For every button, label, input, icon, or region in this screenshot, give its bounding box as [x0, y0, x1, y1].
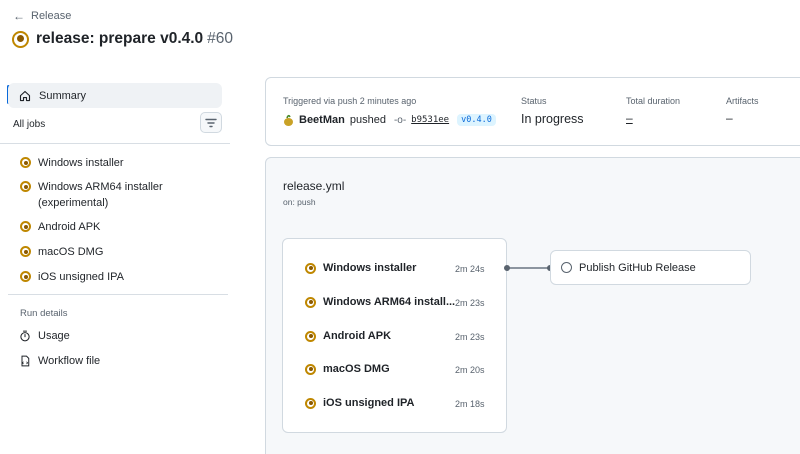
- job-label: Windows installer: [38, 157, 124, 169]
- job-label: macOS DMG: [323, 363, 390, 375]
- graph-job-windows-arm64[interactable]: Windows ARM64 install...: [305, 296, 455, 308]
- in-progress-icon: [305, 262, 316, 274]
- tag-badge[interactable]: v0.4.0: [457, 114, 496, 126]
- in-progress-icon: [305, 363, 316, 375]
- sidebar-item-usage[interactable]: Usage: [19, 330, 70, 342]
- graph-job-publish-release[interactable]: Publish GitHub Release: [550, 250, 751, 285]
- avatar[interactable]: [283, 114, 294, 126]
- job-label: iOS unsigned IPA: [323, 397, 415, 409]
- page-title: release: prepare v0.4.0 #60: [36, 30, 233, 48]
- job-duration: 2m 23s: [455, 332, 485, 342]
- in-progress-icon: [20, 221, 31, 232]
- in-progress-icon: [305, 397, 316, 409]
- job-label: Android APK: [38, 221, 101, 233]
- run-details-heading: Run details: [20, 308, 68, 319]
- in-progress-icon: [12, 30, 29, 48]
- in-progress-icon: [20, 157, 31, 168]
- run-summary-card: Triggered via push 2 minutes ago BeetMan…: [265, 77, 800, 146]
- status-label: Status: [521, 96, 547, 106]
- sidebar-job-windows-arm64[interactable]: Windows ARM64 installer (experimental): [20, 179, 180, 211]
- filter-icon: [205, 118, 217, 127]
- artifacts-label: Artifacts: [726, 96, 759, 106]
- stopwatch-icon: [20, 330, 30, 342]
- in-progress-icon: [20, 246, 31, 257]
- duration-value[interactable]: –: [626, 111, 633, 125]
- sidebar-job-ios-ipa[interactable]: iOS unsigned IPA: [20, 269, 124, 285]
- arrow-left-icon: ←: [13, 9, 25, 23]
- graph-job-android-apk[interactable]: Android APK: [305, 330, 391, 342]
- trigger-details: BeetMan pushed -o- b9531ee v0.4.0: [283, 114, 496, 126]
- home-icon: [19, 90, 31, 101]
- pending-icon: [561, 262, 572, 273]
- workflow-file-label: Workflow file: [38, 355, 101, 367]
- usage-label: Usage: [38, 330, 70, 342]
- actor-name[interactable]: BeetMan: [299, 114, 345, 126]
- sidebar-item-workflow-file[interactable]: Workflow file: [19, 355, 100, 367]
- job-label: macOS DMG: [38, 246, 104, 258]
- filter-button[interactable]: [200, 112, 222, 133]
- in-progress-icon: [305, 330, 316, 342]
- in-progress-icon: [305, 296, 316, 308]
- job-duration: 2m 20s: [455, 365, 485, 375]
- workflow-graph: release.yml on: push Windows installer 2…: [265, 157, 800, 454]
- graph-job-windows-installer[interactable]: Windows installer: [305, 262, 416, 274]
- status-value: In progress: [521, 112, 584, 126]
- job-label: Windows ARM64 installer (experimental): [38, 181, 163, 209]
- job-duration: 2m 24s: [455, 264, 485, 274]
- file-icon: [21, 355, 30, 367]
- divider: [0, 143, 230, 144]
- job-duration: 2m 18s: [455, 399, 485, 409]
- sidebar-job-windows-installer[interactable]: Windows installer: [20, 155, 124, 171]
- push-action: pushed: [349, 114, 386, 126]
- back-link-label: Release: [31, 10, 72, 22]
- page-title-row: release: prepare v0.4.0 #60: [12, 30, 233, 48]
- workflow-name: release.yml: [283, 179, 345, 193]
- title-text: release: prepare v0.4.0: [36, 30, 204, 47]
- job-label: Windows ARM64 install...: [323, 296, 456, 308]
- job-group: Windows installer 2m 24s Windows ARM64 i…: [282, 238, 507, 433]
- job-label: iOS unsigned IPA: [38, 271, 125, 283]
- trigger-label: Triggered via push 2 minutes ago: [283, 96, 417, 106]
- artifacts-value: –: [726, 111, 733, 125]
- sidebar-item-summary[interactable]: Summary: [8, 83, 222, 108]
- job-label: Publish GitHub Release: [579, 261, 696, 274]
- commit-sha[interactable]: b9531ee: [411, 115, 449, 125]
- duration-label: Total duration: [626, 96, 681, 106]
- git-commit-icon: -o-: [393, 114, 407, 126]
- job-label: Windows installer: [323, 262, 417, 274]
- in-progress-icon: [20, 271, 31, 282]
- graph-job-macos-dmg[interactable]: macOS DMG: [305, 363, 390, 375]
- all-jobs-heading: All jobs: [13, 119, 46, 130]
- connector-dot: [504, 265, 510, 271]
- graph-job-ios-ipa[interactable]: iOS unsigned IPA: [305, 397, 414, 409]
- job-duration: 2m 23s: [455, 298, 485, 308]
- divider: [8, 294, 228, 295]
- back-link[interactable]: ← Release: [13, 10, 71, 22]
- sidebar-job-macos-dmg[interactable]: macOS DMG: [20, 244, 103, 260]
- sidebar-job-android-apk[interactable]: Android APK: [20, 219, 100, 235]
- in-progress-icon: [20, 181, 31, 192]
- run-number: #60: [207, 30, 234, 47]
- dependency-connector: [507, 267, 551, 269]
- job-label: Android APK: [323, 330, 392, 342]
- summary-label: Summary: [39, 89, 87, 102]
- workflow-trigger: on: push: [283, 197, 316, 207]
